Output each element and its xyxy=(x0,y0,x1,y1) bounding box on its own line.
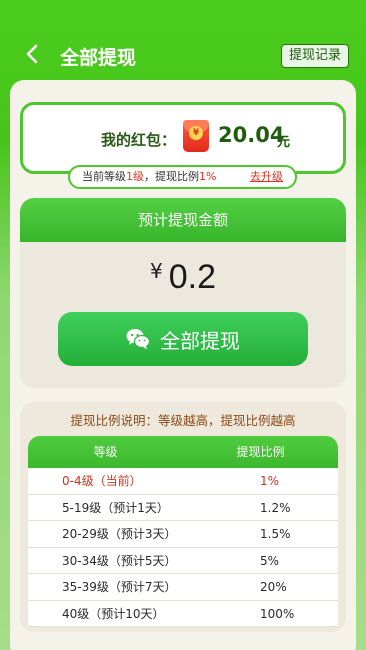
header-level: 等级 xyxy=(93,445,118,459)
table-header: 等级 提现比例 xyxy=(28,436,338,468)
row-level: 5-19级（预计1天） xyxy=(62,500,169,515)
current-ratio: 1% xyxy=(199,170,217,183)
row-level: 20-29级（预计3天） xyxy=(62,527,177,541)
row-ratio: 100% xyxy=(260,606,295,621)
estimate-heading: 预计提现金额 xyxy=(20,198,346,242)
red-packet-balance: 我的红包： ¥ 20.04 元 xyxy=(20,102,346,174)
balance-amount: 20.04 xyxy=(218,123,285,147)
estimate-panel: 预计提现金额 ¥0.2 全部提现 xyxy=(20,198,346,388)
row-level: 30-34级（预计5天） xyxy=(62,553,177,568)
back-button[interactable] xyxy=(20,42,44,66)
table-row: 40级（预计10天） 100% xyxy=(28,600,338,627)
balance-label: 我的红包： xyxy=(101,131,177,149)
table-row: 20-29级（预计3天） 1.5% xyxy=(28,521,338,548)
header-ratio: 提现比例 xyxy=(236,445,285,459)
ratio-explanation: 提现比例说明：等级越高，提现比例越高 等级 提现比例 0-4级（当前） 1% 5… xyxy=(20,402,346,632)
row-ratio: 20% xyxy=(260,580,287,594)
estimate-value: ¥0.2 xyxy=(20,258,346,297)
row-level: 0-4级（当前） xyxy=(62,474,142,488)
estimate-amount: 0.2 xyxy=(168,258,216,296)
withdraw-all-label: 全部提现 xyxy=(160,328,240,353)
table-row: 0-4级（当前） 1% xyxy=(28,468,338,495)
page-title: 全部提现 xyxy=(60,47,137,69)
ratio-title: 提现比例说明：等级越高，提现比例越高 xyxy=(70,413,296,428)
table-row: 5-19级（预计1天） 1.2% xyxy=(28,494,338,521)
level-prefix: 当前等级 xyxy=(82,170,126,183)
table-row: 35-39级（预计7天） 20% xyxy=(28,574,338,601)
level-info-bar: 当前等级1级，提现比例1% 去升级 xyxy=(68,165,297,189)
row-ratio: 1% xyxy=(260,474,280,488)
main-card: 我的红包： ¥ 20.04 元 当前等级1级，提现比例1% 去升级 预计提现金额… xyxy=(10,80,356,650)
row-ratio: 1.5% xyxy=(260,527,291,541)
row-ratio: 5% xyxy=(260,553,280,568)
row-level: 35-39级（预计7天） xyxy=(62,580,177,594)
withdraw-all-button[interactable]: 全部提现 xyxy=(58,312,308,366)
currency-symbol: ¥ xyxy=(150,259,163,283)
upgrade-link[interactable]: 去升级 xyxy=(250,167,283,187)
withdraw-record-button[interactable]: 提现记录 xyxy=(280,44,349,68)
current-level: 1级 xyxy=(126,170,144,183)
red-packet-icon: ¥ xyxy=(183,120,209,152)
table-row: 30-34级（预计5天） 5% xyxy=(28,547,338,574)
wechat-icon xyxy=(126,329,150,350)
ratio-table: 等级 提现比例 0-4级（当前） 1% 5-19级（预计1天） 1.2% 20-… xyxy=(28,436,338,627)
row-level: 40级（预计10天） xyxy=(62,606,165,621)
chevron-left-icon xyxy=(26,44,38,64)
ratio-prefix: ，提现比例 xyxy=(144,170,199,183)
balance-unit: 元 xyxy=(277,135,291,150)
row-ratio: 1.2% xyxy=(260,500,291,515)
